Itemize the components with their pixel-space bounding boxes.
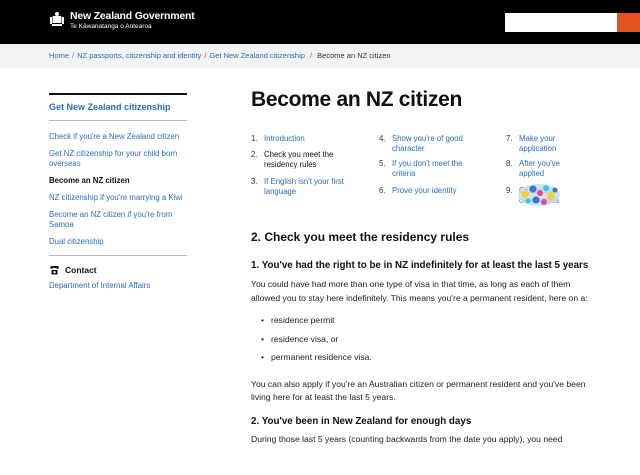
step-6[interactable]: 6. Prove your identity bbox=[379, 186, 489, 196]
visa-list: residence permit residence visa, or perm… bbox=[261, 311, 591, 367]
sidebar-item-marrying-kiwi[interactable]: NZ citizenship if you're marrying a Kiwi bbox=[49, 193, 187, 203]
main-content: Become an NZ citizen 1. Introduction 2. Ch… bbox=[251, 88, 591, 446]
breadcrumb-home[interactable]: Home bbox=[49, 51, 69, 60]
days-heading: 2. You've been in New Zealand for enough… bbox=[251, 415, 472, 427]
step-number: 3. bbox=[251, 177, 258, 186]
step-label: If English isn't your first language bbox=[264, 177, 344, 196]
sidebar-item-child-overseas[interactable]: Get NZ citizenship for your child born o… bbox=[49, 149, 187, 169]
step-1[interactable]: 1. Introduction bbox=[251, 134, 366, 144]
top-bar: New Zealand Government Te Kāwanatanga o … bbox=[0, 0, 640, 44]
step-label: Show you're of good character bbox=[392, 134, 463, 153]
sidebar-item-dual-citizenship[interactable]: Dual citizenship bbox=[49, 237, 187, 247]
days-paragraph: During those last 5 years (counting back… bbox=[251, 433, 563, 444]
step-label: Prove your identity bbox=[392, 186, 457, 195]
contact-label: Contact bbox=[65, 265, 97, 275]
sidebar-item-become-citizen[interactable]: Become an NZ citizen bbox=[49, 176, 187, 186]
step-2[interactable]: 2. Check you meet the residency rules bbox=[251, 150, 351, 169]
sidebar-heading[interactable]: Get New Zealand citizenship bbox=[49, 102, 187, 112]
step-number: 6. bbox=[379, 186, 386, 195]
contact-org-link[interactable]: Department of Internal Affairs bbox=[49, 281, 187, 290]
step-number: 1. bbox=[251, 134, 258, 143]
step-label: Introduction bbox=[264, 134, 305, 143]
coat-of-arms-icon bbox=[50, 12, 64, 26]
contact-heading: Contact bbox=[49, 265, 187, 275]
step-number: 2. bbox=[251, 150, 258, 159]
step-label: Check you meet the residency rules bbox=[264, 150, 334, 169]
step-5[interactable]: 5. If you don't meet the criteria bbox=[379, 159, 469, 178]
step-label: After you've applied bbox=[519, 159, 560, 178]
step-7[interactable]: 7. Make your application bbox=[506, 134, 576, 153]
step-4[interactable]: 4. Show you're of good character bbox=[379, 134, 469, 153]
step-label: Make your application bbox=[519, 134, 557, 153]
phone-icon bbox=[50, 266, 59, 275]
residency-heading: 1. You've had the right to be in NZ inde… bbox=[251, 260, 589, 271]
sidebar-divider bbox=[49, 120, 187, 121]
list-item: permanent residence visa. bbox=[261, 348, 591, 367]
sidebar-item-check-citizen[interactable]: Check if you're a New Zealand citizen bbox=[49, 132, 187, 142]
breadcrumb-get-citizenship[interactable]: Get New Zealand citizenship bbox=[209, 51, 304, 60]
step-number: 8. bbox=[506, 159, 513, 168]
logo-title: New Zealand Government bbox=[70, 10, 195, 22]
logo-subtitle: Te Kāwanatanga o Aotearoa bbox=[70, 22, 152, 30]
nz-government-logo[interactable]: New Zealand Government Te Kāwanatanga o … bbox=[49, 11, 195, 30]
breadcrumb-passports[interactable]: NZ passports, citizenship and identity bbox=[77, 51, 201, 60]
list-item: residence visa, or bbox=[261, 330, 591, 349]
breadcrumb-bar: Home / NZ passports, citizenship and ident… bbox=[0, 44, 640, 68]
step-number: 4. bbox=[379, 134, 386, 143]
step-navigation: 1. Introduction 2. Check you meet the resi… bbox=[251, 134, 591, 212]
sidebar-divider-2 bbox=[49, 255, 187, 256]
list-item: residence permit bbox=[261, 311, 591, 330]
sidebar: Get New Zealand citizenship Check if you… bbox=[49, 93, 187, 290]
search-input[interactable] bbox=[505, 13, 617, 32]
sidebar-top-rule bbox=[49, 93, 187, 95]
step-3[interactable]: 3. If English isn't your first language bbox=[251, 177, 351, 196]
step-number: 5. bbox=[379, 159, 386, 168]
loading-indicator-icon bbox=[518, 184, 560, 206]
australian-paragraph: You can also apply if you're an Australi… bbox=[251, 378, 586, 403]
breadcrumb: Home / NZ passports, citizenship and ident… bbox=[49, 51, 391, 60]
step-8[interactable]: 8. After you've applied bbox=[506, 159, 568, 178]
sidebar-item-samoa[interactable]: Become an NZ citizen if you're from Samo… bbox=[49, 210, 187, 230]
page-title: Become an NZ citizen bbox=[251, 88, 463, 111]
section-heading: 2. Check you meet the residency rules bbox=[251, 230, 470, 244]
step-label: If you don't meet the criteria bbox=[392, 159, 463, 178]
step-number: 7. bbox=[506, 134, 513, 143]
sidebar-list: Check if you're a New Zealand citizen Ge… bbox=[49, 132, 187, 247]
breadcrumb-current: Become an NZ citizen bbox=[317, 51, 391, 60]
search-button[interactable] bbox=[617, 13, 640, 32]
residency-paragraph: You could have had more than one type of… bbox=[251, 279, 588, 303]
